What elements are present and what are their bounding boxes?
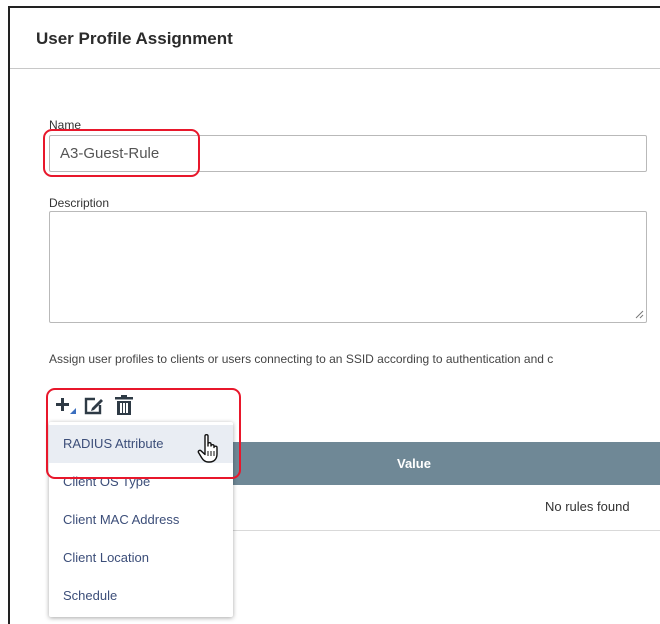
description-input[interactable] <box>49 211 647 323</box>
trash-icon <box>115 395 133 415</box>
rules-table-header: Value <box>226 442 660 485</box>
edit-icon <box>84 397 103 415</box>
page-title: User Profile Assignment <box>36 29 233 48</box>
hand-pointer-icon <box>197 434 218 463</box>
menu-item-client-mac-address[interactable]: Client MAC Address <box>49 501 233 539</box>
name-input[interactable] <box>49 135 647 172</box>
edit-rule-button[interactable] <box>82 394 106 418</box>
delete-rule-button[interactable] <box>112 394 136 418</box>
plus-icon <box>56 398 76 414</box>
add-rule-button[interactable] <box>54 394 78 418</box>
rules-table-body: No rules found <box>226 485 660 531</box>
resize-grip-icon[interactable] <box>634 309 644 319</box>
profile-assignment-panel: User Profile Assignment Name Description… <box>8 6 660 624</box>
panel-header: User Profile Assignment <box>10 8 660 69</box>
menu-item-schedule[interactable]: Schedule <box>49 577 233 615</box>
menu-item-client-os-type[interactable]: Client OS Type <box>49 463 233 501</box>
column-header-value[interactable]: Value <box>397 456 431 471</box>
empty-table-message: No rules found <box>545 499 630 514</box>
menu-item-client-location[interactable]: Client Location <box>49 539 233 577</box>
description-label: Description <box>49 196 110 210</box>
name-label: Name <box>49 118 82 132</box>
assign-description-text: Assign user profiles to clients or users… <box>49 352 554 366</box>
